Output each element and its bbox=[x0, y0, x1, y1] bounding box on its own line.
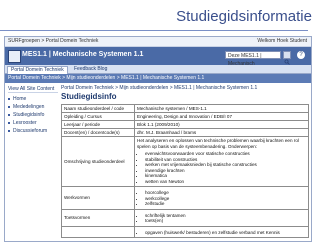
werkvormen-list: hoorcollege werkcollege zelfstudie bbox=[145, 190, 306, 207]
row-label: Leerjaar / periode bbox=[61, 120, 135, 129]
search-scope-input[interactable]: Deze MES1.1 | Mechanisch bbox=[225, 51, 281, 67]
sidebar-item-home[interactable]: Home bbox=[8, 95, 58, 103]
row-value: schriftelijk tentamen toets(en) bbox=[134, 208, 309, 227]
study-info-table: Naam studieonderdeel / code Mechanische … bbox=[61, 104, 309, 238]
row-value: opgaven (huiswerk/ bestuderen) en zelfst… bbox=[134, 225, 309, 238]
table-row: Naam studieonderdeel / code Mechanische … bbox=[61, 104, 309, 113]
top-nav-tabs: Portal Domein Techniek Feedback Blog bbox=[5, 65, 311, 74]
table-row: Toetsvormen schriftelijk tentamen toets(… bbox=[61, 208, 309, 227]
table-row: Leerjaar / periode Blok 1.1 (2009/2010) bbox=[61, 120, 309, 129]
sidebar-item-discussieforum[interactable]: Discussieforum bbox=[8, 127, 58, 135]
site-path[interactable]: SURFgroepen > Portal Domein Techniek bbox=[8, 37, 98, 46]
list-item: wetten van Newton bbox=[145, 179, 306, 185]
browser-window: SURFgroepen > Portal Domein Techniek Wel… bbox=[4, 36, 312, 242]
toetsvormen-list: schriftelijk tentamen toets(en) bbox=[145, 213, 306, 224]
view-all-site-content-link[interactable]: View All Site Content bbox=[8, 86, 58, 93]
tab-feedback-blog[interactable]: Feedback Blog bbox=[71, 66, 110, 73]
sidebar-item-lesrooster[interactable]: Lesrooster bbox=[8, 119, 58, 127]
slide-title-divider bbox=[0, 30, 308, 31]
row-label bbox=[61, 225, 135, 238]
sidebar-item-studiegidsinfo[interactable]: Studiegidsinfo bbox=[8, 111, 58, 119]
table-row: Werkvormen hoorcollege werkcollege zelfs… bbox=[61, 186, 309, 210]
row-value: dhr. M.J. Braamhaad / brams bbox=[134, 128, 309, 137]
row-label: Omschrijving studieonderdeel bbox=[61, 136, 135, 187]
slide-title: Studiegidsinformatie bbox=[176, 8, 312, 25]
site-title[interactable]: MES1.1 | Mechanische Systemen 1.1 bbox=[22, 51, 143, 58]
row-value: Engineering, Design and Innovation / EDB… bbox=[134, 112, 309, 121]
sidebar: View All Site Content Home Mededelingen … bbox=[8, 86, 58, 135]
row-value: Het analyseren en oplossen van technisch… bbox=[134, 136, 309, 187]
table-row: opgaven (huiswerk/ bestuderen) en zelfst… bbox=[61, 225, 309, 238]
goals-intro: Het analyseren en oplossen van technisch… bbox=[137, 138, 299, 149]
row-label: Toetsvormen bbox=[61, 208, 135, 227]
table-row: Opleiding / Cursus Engineering, Design a… bbox=[61, 112, 309, 121]
content-breadcrumb[interactable]: Portal Domein Techniek > Mijn studieonde… bbox=[61, 85, 309, 91]
row-label: Werkvormen bbox=[61, 186, 135, 210]
tab-portal-domein-techniek[interactable]: Portal Domein Techniek bbox=[7, 66, 68, 74]
list-item: zelfstudie bbox=[145, 201, 306, 207]
main-content: Portal Domein Techniek > Mijn studieonde… bbox=[61, 85, 309, 238]
study-load-list: opgaven (huiswerk/ bestuderen) en zelfst… bbox=[145, 230, 306, 236]
row-value: hoorcollege werkcollege zelfstudie bbox=[134, 186, 309, 210]
browser-topbar: SURFgroepen > Portal Domein Techniek Wel… bbox=[5, 37, 311, 47]
table-row: Docent(en) / docentcode(s) dhr. M.J. Bra… bbox=[61, 128, 309, 137]
help-icon[interactable]: ? bbox=[297, 51, 305, 59]
row-label: Docent(en) / docentcode(s) bbox=[61, 128, 135, 137]
table-row: Omschrijving studieonderdeel Het analyse… bbox=[61, 136, 309, 187]
row-value: Mechanische systemen / MES-1.1 bbox=[134, 104, 309, 113]
welcome-user-menu[interactable]: Welkom Hoek Student bbox=[257, 37, 307, 46]
row-value: Blok 1.1 (2009/2010) bbox=[134, 120, 309, 129]
list-item: opgaven (huiswerk/ bestuderen) en zelfst… bbox=[145, 230, 306, 236]
list-item: toets(en) bbox=[145, 218, 306, 224]
site-header: MES1.1 | Mechanische Systemen 1.1 Deze M… bbox=[5, 47, 311, 67]
site-logo-icon bbox=[8, 50, 21, 63]
search-button[interactable] bbox=[283, 51, 291, 65]
sidebar-item-mededelingen[interactable]: Mededelingen bbox=[8, 103, 58, 111]
row-label: Opleiding / Cursus bbox=[61, 112, 135, 121]
row-label: Naam studieonderdeel / code bbox=[61, 104, 135, 113]
topics-list: evenwichtsvoorwaarden voor statische con… bbox=[145, 151, 306, 184]
page-title: Studiegidsinfo bbox=[61, 92, 117, 101]
breadcrumb[interactable]: Portal Domein Techniek > Mijn studieonde… bbox=[5, 74, 311, 83]
